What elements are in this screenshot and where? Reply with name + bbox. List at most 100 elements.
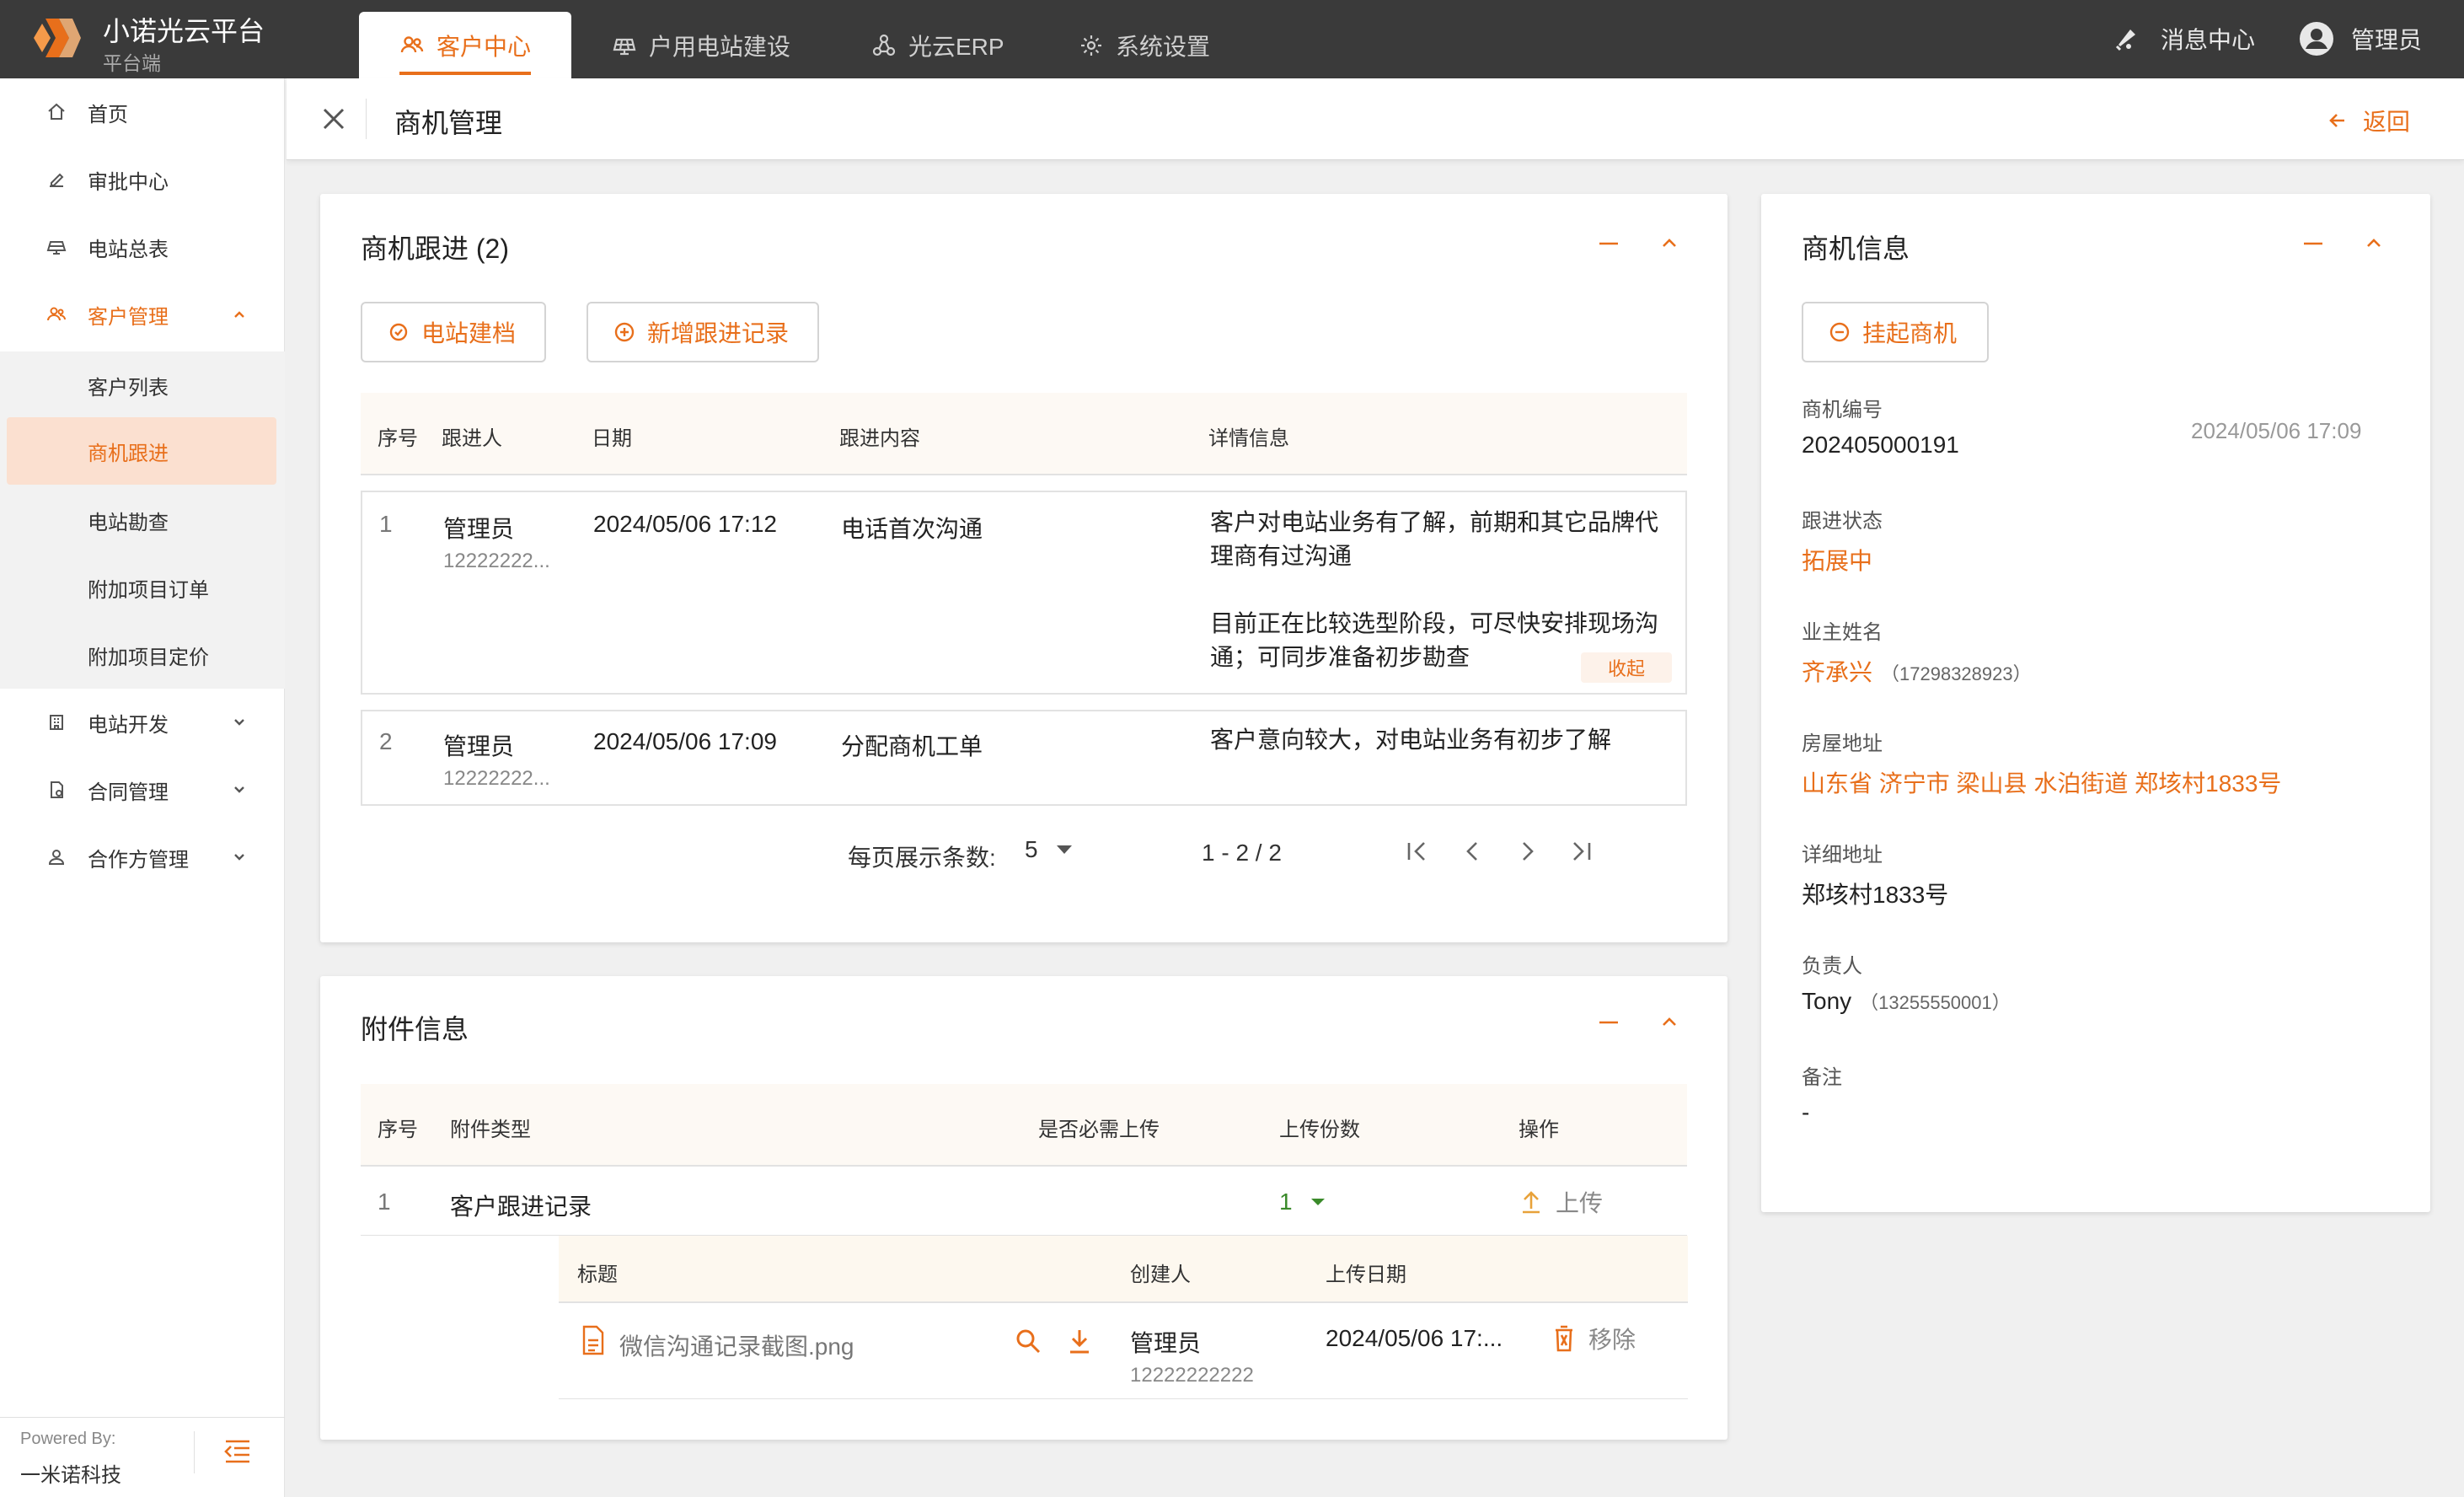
user-menu[interactable]: 管理员 — [2299, 15, 2422, 62]
contract-icon — [46, 780, 67, 800]
minimize-icon[interactable] — [1596, 231, 1621, 256]
minimize-icon[interactable] — [2301, 231, 2326, 256]
sidebar-subitem-addon-orders[interactable]: 附加项目订单 — [0, 554, 285, 621]
tab-label: 系统设置 — [1116, 33, 1211, 60]
brand-title: 小诺光云平台 — [103, 16, 265, 46]
file-name[interactable]: 微信沟通记录截图.png — [619, 1328, 854, 1362]
last-page-icon[interactable] — [1566, 836, 1596, 867]
first-page-icon[interactable] — [1402, 836, 1433, 867]
tab-home-station-build[interactable]: 户用电站建设 — [612, 12, 790, 78]
sidebar-subitem-station-survey[interactable]: 电站勘查 — [0, 486, 285, 554]
attachments-title: 附件信息 — [361, 1014, 469, 1044]
followup-card: 商机跟进 (2) 电站建档 新增跟进记录 序号 跟进人 日期 跟进内容 详情信息… — [320, 194, 1727, 942]
delete-icon — [1553, 1324, 1575, 1353]
sidebar-item-station-development[interactable]: 电站开发 — [0, 689, 285, 756]
preview-search-icon[interactable] — [1014, 1327, 1042, 1355]
customers-icon — [399, 33, 425, 58]
sidebar-item-home[interactable]: 首页 — [0, 78, 285, 146]
tab-label: 光云ERP — [908, 33, 1004, 60]
brand-subtitle: 平台端 — [103, 52, 161, 74]
back-button[interactable]: 返回 — [2327, 104, 2410, 137]
network-icon — [871, 33, 897, 58]
chevron-down-icon — [229, 712, 249, 732]
message-center-label: 消息中心 — [2161, 27, 2256, 53]
hang-opportunity-button[interactable]: 挂起商机 — [1802, 302, 1989, 362]
sidebar-item-customer-management[interactable]: 客户管理 — [0, 281, 285, 348]
user-name: 管理员 — [2351, 27, 2423, 53]
chevron-up-icon — [229, 304, 249, 325]
sidebar-subitem-customer-list[interactable]: 客户列表 — [0, 351, 285, 419]
bell-icon — [2112, 24, 2140, 53]
tab-system-settings[interactable]: 系统设置 — [1079, 12, 1210, 78]
message-center-button[interactable]: 消息中心 — [2112, 15, 2255, 62]
logo-icon — [34, 17, 81, 59]
station-archive-button[interactable]: 电站建档 — [361, 302, 546, 362]
chevron-up-icon[interactable] — [1657, 1010, 1682, 1035]
page-title: 商机管理 — [394, 108, 503, 138]
tab-label: 客户中心 — [436, 33, 531, 60]
page-range: 1 - 2 / 2 — [1202, 840, 1282, 866]
opportunity-info-card: 商机信息 挂起商机 商机编号 202405000191 2024/05/06 1… — [1761, 194, 2430, 1212]
per-page-select[interactable]: 5 — [1025, 836, 1074, 863]
user-avatar-icon — [2299, 21, 2334, 56]
header-divider — [366, 99, 367, 139]
sidebar-subitem-addon-pricing[interactable]: 附加项目定价 — [0, 621, 285, 689]
upload-button[interactable]: 上传 — [1519, 1185, 1603, 1219]
collapse-sidebar-icon[interactable] — [222, 1436, 253, 1467]
caret-down-icon — [1310, 1197, 1326, 1207]
download-icon[interactable] — [1066, 1327, 1093, 1355]
partner-icon — [46, 847, 67, 867]
owner-person-field: Tony （13255550001） — [1802, 988, 2011, 1015]
pen-icon — [46, 169, 67, 190]
page-header: 商机管理 返回 — [287, 78, 2464, 160]
remove-button[interactable]: 移除 — [1553, 1322, 1636, 1355]
tab-customer-center[interactable]: 客户中心 — [359, 12, 571, 78]
upload-count-select[interactable]: 1 — [1279, 1188, 1326, 1215]
top-navigation-bar: 小诺光云平台 平台端 客户中心 户用电站建设 光云ERP 系统设置 消息中心 管… — [0, 0, 2464, 78]
owner-phone: （17298328923） — [1881, 663, 2032, 684]
house-address[interactable]: 山东省 济宁市 梁山县 水泊街道 郑垓村1833号 — [1802, 765, 2281, 799]
detail-info: 客户对电站业务有了解，前期和其它品牌代 理商有过沟通 目前正在比较选型阶段，可尽… — [1210, 509, 1659, 670]
footer-divider — [194, 1431, 195, 1473]
sidebar-item-approval[interactable]: 审批中心 — [0, 146, 285, 213]
sidebar-item-contract-management[interactable]: 合同管理 — [0, 756, 285, 824]
minimize-icon[interactable] — [1596, 1010, 1621, 1035]
remarks: - — [1802, 1099, 1810, 1125]
company-name: 一米诺科技 — [20, 1464, 121, 1487]
owner-person: Tony — [1802, 988, 1852, 1014]
solar-panel-icon — [612, 33, 637, 58]
gear-icon — [1079, 33, 1104, 58]
sidebar-subitem-opportunity-followup[interactable]: 商机跟进 — [7, 417, 276, 485]
sidebar-item-partner-management[interactable]: 合作方管理 — [0, 824, 285, 891]
check-circle-icon — [388, 321, 410, 343]
chevron-down-icon — [229, 780, 249, 800]
table-row: 1 客户跟进记录 1 上传 — [361, 1168, 1687, 1236]
attachments-table-header: 序号 附件类型 是否必需上传 上传份数 操作 — [361, 1084, 1687, 1167]
solar-panel-icon — [46, 237, 67, 257]
files-table-header: 标题 创建人 上传日期 — [559, 1236, 1688, 1303]
home-icon — [46, 102, 67, 122]
per-page-label: 每页展示条数: — [848, 845, 996, 871]
close-icon[interactable] — [320, 105, 347, 132]
opportunity-number: 202405000191 — [1802, 432, 1959, 458]
building-icon — [46, 712, 67, 732]
followup-table-header: 序号 跟进人 日期 跟进内容 详情信息 — [361, 393, 1687, 475]
owner-person-phone: （13255550001） — [1860, 992, 2011, 1013]
upload-icon — [1519, 1188, 1544, 1215]
chevron-up-icon[interactable] — [1657, 231, 1682, 256]
owner-name-link[interactable]: 齐承兴 — [1802, 659, 1872, 685]
info-title: 商机信息 — [1802, 233, 1910, 264]
table-row[interactable]: 2 管理员 12222222... 2024/05/06 17:09 分配商机工… — [361, 710, 1687, 806]
followup-status: 拓展中 — [1802, 548, 1873, 574]
collapse-detail-button[interactable]: 收起 — [1581, 652, 1672, 683]
sidebar-item-station-table[interactable]: 电站总表 — [0, 213, 285, 281]
created-time: 2024/05/06 17:09 — [2191, 418, 2362, 443]
file-icon — [581, 1325, 606, 1355]
tab-erp[interactable]: 光云ERP — [871, 12, 1004, 78]
add-followup-button[interactable]: 新增跟进记录 — [587, 302, 819, 362]
minus-circle-icon — [1829, 321, 1851, 343]
prev-page-icon[interactable] — [1458, 836, 1488, 867]
chevron-up-icon[interactable] — [2361, 231, 2386, 256]
table-row[interactable]: 1 管理员 12222222... 2024/05/06 17:12 电话首次沟… — [361, 491, 1687, 695]
next-page-icon[interactable] — [1512, 836, 1542, 867]
